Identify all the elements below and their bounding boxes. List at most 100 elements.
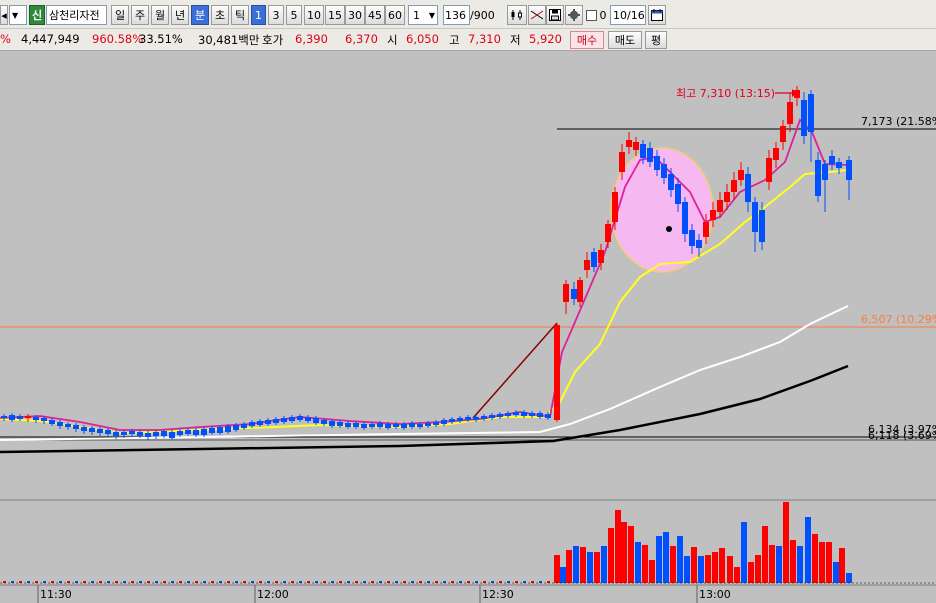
candle-body [1, 416, 7, 418]
candle-body [619, 152, 625, 172]
period-day-button[interactable]: 일 [111, 5, 129, 25]
volume-bar [691, 547, 697, 583]
ma-fast-line [0, 118, 849, 431]
period-tick-button[interactable]: 틱 [231, 5, 249, 25]
prev-arrow-icon[interactable]: ◂ [0, 5, 8, 25]
interval-10-button[interactable]: 10 [304, 5, 324, 25]
volume-bar [705, 555, 711, 583]
interval-select[interactable]: 1 ▼ [408, 5, 438, 25]
period-month-button[interactable]: 월 [151, 5, 169, 25]
candle-body [289, 417, 295, 421]
candle-body [233, 425, 239, 430]
candle-body [401, 424, 407, 428]
volume-bar [608, 528, 614, 583]
interval-5-button[interactable]: 5 [286, 5, 302, 25]
volume-bar [755, 555, 761, 583]
interval-30-button[interactable]: 30 [345, 5, 365, 25]
bid1-value: 6,390 [295, 32, 328, 46]
candle-body [752, 202, 758, 232]
candle-body [49, 420, 55, 424]
candle-body [337, 422, 343, 426]
volume-bar [615, 510, 621, 583]
trade-amount-value: 30,481백만 [198, 33, 260, 47]
gear-icon[interactable] [565, 5, 583, 25]
candle-body [529, 413, 535, 416]
high-value: 7,310 [468, 32, 501, 46]
volume-bar [846, 573, 852, 583]
candle-body [393, 424, 399, 427]
interval-45-button[interactable]: 45 [365, 5, 385, 25]
volume-bar [635, 542, 641, 583]
avg-button[interactable]: 평 [645, 31, 667, 49]
volume-bars [3, 502, 852, 583]
volume-bar [826, 542, 832, 583]
candle-body [545, 414, 551, 418]
interval-1-button[interactable]: 1 [251, 5, 266, 25]
volume-bar [698, 556, 704, 583]
candle-body [717, 200, 723, 212]
candle-body [647, 148, 653, 162]
interval-60-button[interactable]: 60 [385, 5, 405, 25]
candle-body [759, 210, 765, 242]
candle-body [409, 423, 415, 427]
chart-toolbar: ◂ ▼ 신 삼천리자전 일 주 월 년 분 초 틱 1 3 5 10 15 30… [0, 0, 936, 29]
x-tick-label: 13:00 [699, 588, 731, 601]
candle-body [731, 180, 737, 192]
candle-body [249, 422, 255, 426]
candle-body [441, 420, 447, 424]
period-second-button[interactable]: 초 [211, 5, 229, 25]
volume-bar [573, 546, 579, 583]
interval-15-button[interactable]: 15 [325, 5, 345, 25]
candle-body [329, 421, 335, 426]
volume-bar [670, 546, 676, 583]
candle-body [353, 423, 359, 427]
volume-bar [594, 552, 600, 583]
candle-body [425, 423, 431, 426]
marker-dot [666, 226, 672, 232]
volume-bar [628, 526, 634, 583]
candle-body [473, 417, 479, 420]
sell-button[interactable]: 매도 [608, 31, 642, 49]
period-minute-button[interactable]: 분 [191, 5, 209, 25]
volume-value: 4,447,949 [21, 32, 80, 46]
candle-body [654, 156, 660, 170]
candle-body [433, 422, 439, 425]
open-value: 6,050 [406, 32, 439, 46]
candle-body [661, 164, 667, 178]
crosshair-icon[interactable] [528, 5, 546, 25]
candle-body [563, 284, 569, 302]
moving-averages [0, 118, 849, 454]
bid-label: 호가 [262, 33, 284, 47]
candle-body [89, 428, 95, 432]
candle-body [794, 90, 800, 98]
period-week-button[interactable]: 주 [131, 5, 149, 25]
code-input[interactable]: ▼ [9, 5, 27, 25]
volume-bar [601, 546, 607, 583]
candle-body [640, 144, 646, 158]
candle-chart-icon[interactable] [507, 5, 527, 25]
signal-badge[interactable]: 신 [29, 5, 45, 25]
turnover-value: 33.51% [139, 32, 183, 46]
candle-body [612, 192, 618, 222]
save-icon[interactable] [546, 5, 564, 25]
check-checkbox[interactable] [584, 5, 598, 25]
candle-body [9, 415, 15, 420]
candle-body [169, 432, 175, 438]
date-input[interactable]: 10/16 [610, 5, 646, 25]
calendar-icon[interactable] [648, 5, 666, 25]
x-tick-label: 12:00 [257, 588, 289, 601]
chevron-down-icon: ▼ [428, 10, 435, 20]
candle-body [153, 432, 159, 436]
price-chart[interactable]: 7,173 (21.58%) 6,507 (10.29%) 6,134 (3.9… [0, 52, 936, 603]
period-year-button[interactable]: 년 [171, 5, 189, 25]
low-value: 5,920 [529, 32, 562, 46]
candle-body [225, 426, 231, 432]
volume-bar [776, 546, 782, 583]
buy-button[interactable]: 매수 [570, 31, 604, 49]
stock-name-field[interactable]: 삼천리자전 [46, 5, 107, 25]
count-input[interactable]: 136 [443, 5, 470, 25]
level-label-mid: 6,507 (10.29%) [861, 313, 936, 326]
interval-3-button[interactable]: 3 [268, 5, 284, 25]
candle-body [385, 424, 391, 428]
candle-body [361, 424, 367, 428]
